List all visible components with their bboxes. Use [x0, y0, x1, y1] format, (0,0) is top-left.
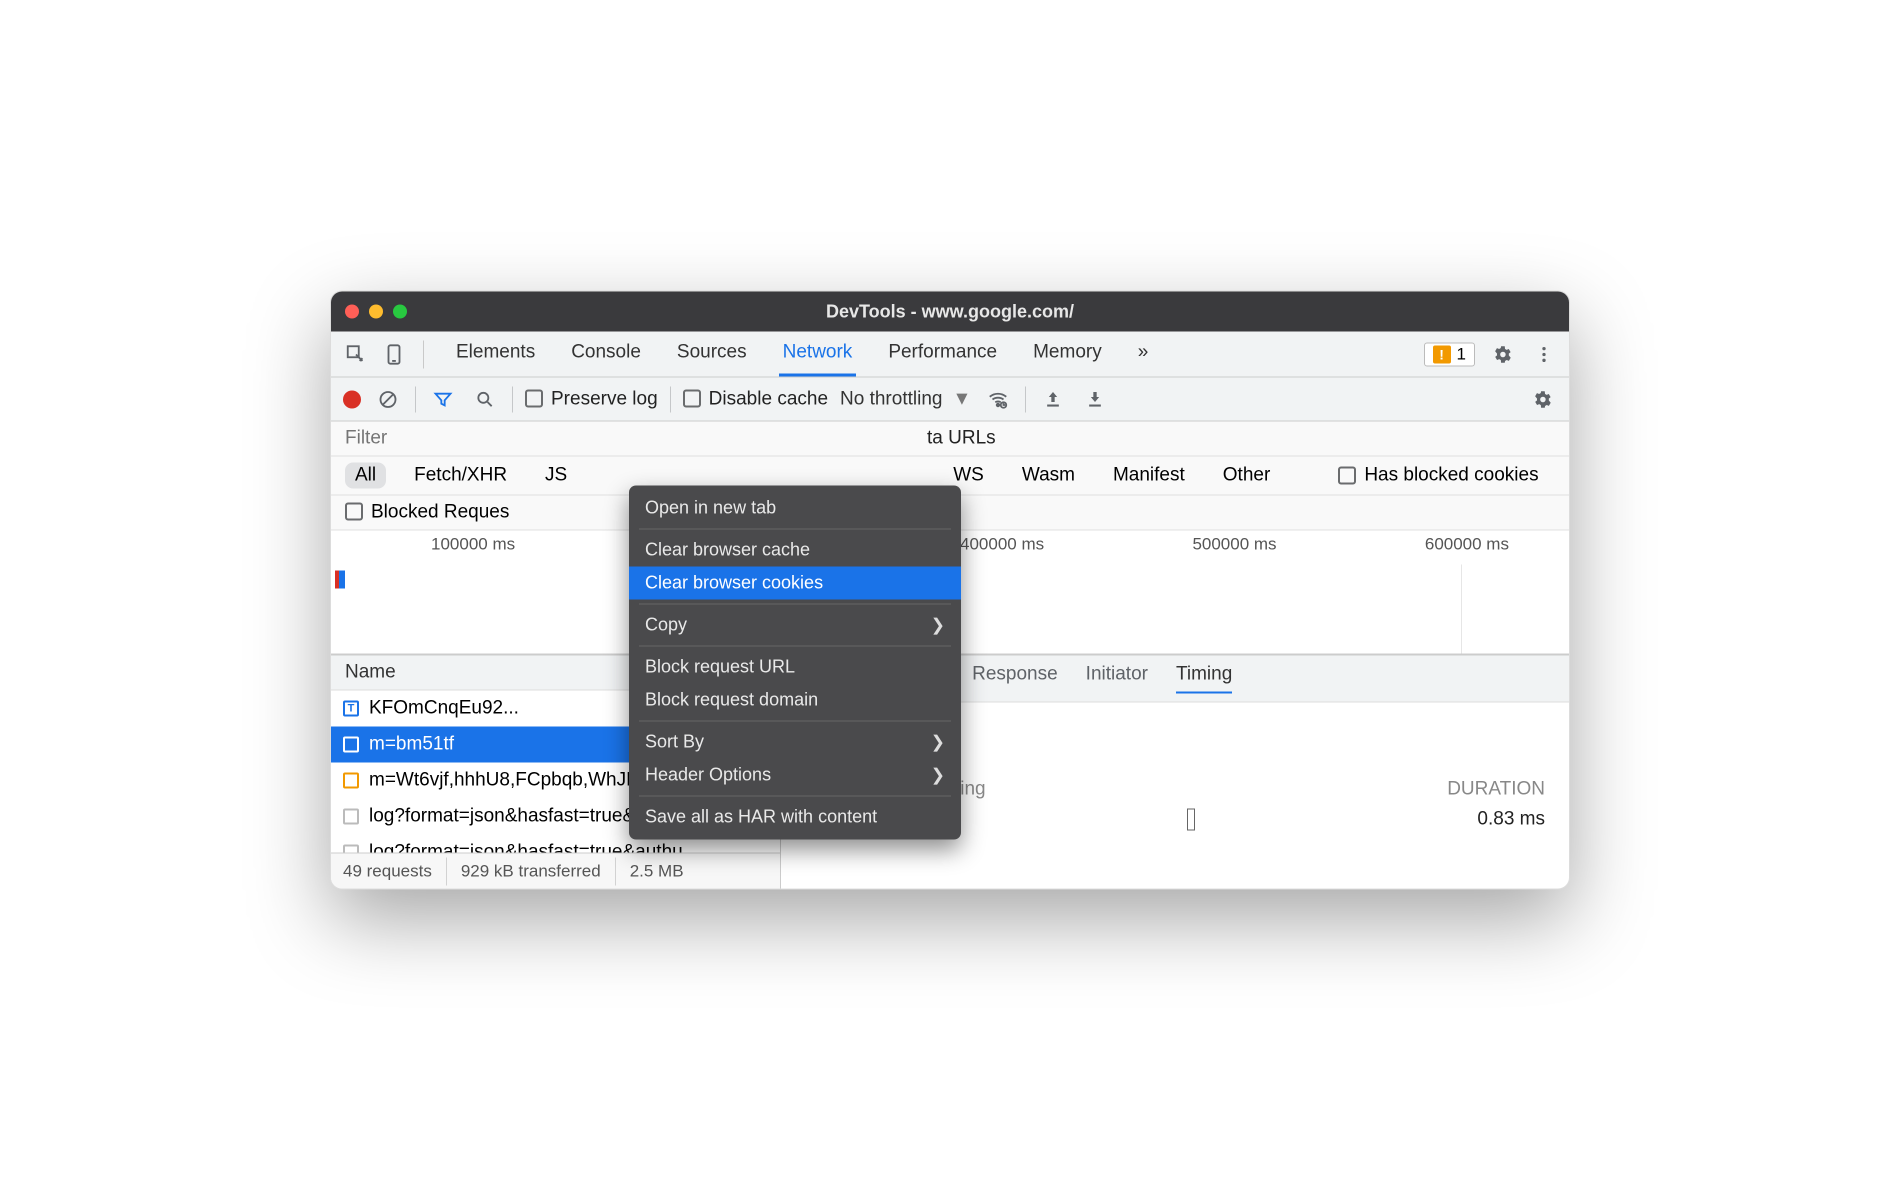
generic-file-icon	[343, 809, 359, 825]
menu-divider	[639, 721, 951, 722]
throttling-select[interactable]: No throttling ▼	[840, 388, 971, 410]
close-window-button[interactable]	[345, 305, 359, 319]
preserve-log-checkbox[interactable]: Preserve log	[525, 388, 658, 410]
tab-console[interactable]: Console	[567, 332, 645, 377]
menu-copy[interactable]: Copy❯	[629, 609, 961, 642]
disable-cache-label: Disable cache	[709, 388, 828, 409]
preserve-log-label: Preserve log	[551, 388, 658, 409]
tab-initiator[interactable]: Initiator	[1086, 664, 1148, 694]
submenu-arrow-icon: ❯	[931, 765, 945, 785]
timeline-tick: 600000 ms	[1425, 535, 1509, 555]
script-file-icon	[343, 773, 359, 789]
submenu-arrow-icon: ❯	[931, 732, 945, 752]
context-menu: Open in new tab Clear browser cache Clea…	[629, 486, 961, 840]
disable-cache-checkbox[interactable]: Disable cache	[683, 388, 828, 410]
separator	[670, 386, 671, 412]
menu-sort-by[interactable]: Sort By❯	[629, 726, 961, 759]
footer-resources: 2.5 MB	[630, 861, 684, 881]
tab-performance[interactable]: Performance	[884, 332, 1001, 377]
filter-input[interactable]	[345, 428, 445, 450]
tab-memory[interactable]: Memory	[1029, 332, 1106, 377]
request-name: m=Wt6vjf,hhhU8,FCpbqb,WhJNk	[369, 770, 649, 792]
type-chip-fetchxhr[interactable]: Fetch/XHR	[404, 463, 517, 489]
zoom-window-button[interactable]	[393, 305, 407, 319]
separator	[1025, 386, 1026, 412]
tab-sources[interactable]: Sources	[673, 332, 751, 377]
type-chip-js[interactable]: JS	[535, 463, 577, 489]
tab-response[interactable]: Response	[972, 664, 1058, 694]
menu-block-url[interactable]: Block request URL	[629, 651, 961, 684]
record-button[interactable]	[343, 390, 361, 408]
settings-icon[interactable]	[1487, 339, 1517, 369]
hide-data-urls-label-fragment: ta URLs	[927, 428, 996, 450]
device-toggle-icon[interactable]	[379, 339, 409, 369]
menu-divider	[639, 796, 951, 797]
timeline-activity-marker	[339, 571, 345, 589]
has-blocked-cookies-checkbox[interactable]: Has blocked cookies	[1338, 465, 1538, 487]
tab-elements[interactable]: Elements	[452, 332, 539, 377]
window-title: DevTools - www.google.com/	[826, 301, 1074, 322]
titlebar: DevTools - www.google.com/	[331, 292, 1569, 332]
filter-toggle-icon[interactable]	[428, 384, 458, 414]
timeline-tick: 500000 ms	[1192, 535, 1276, 555]
menu-open-new-tab[interactable]: Open in new tab	[629, 492, 961, 525]
network-toolbar: Preserve log Disable cache No throttling…	[331, 378, 1569, 422]
blocked-requests-label: Blocked Reques	[371, 502, 509, 523]
timeline-tick: 400000 ms	[960, 535, 1044, 555]
type-chip-manifest[interactable]: Manifest	[1103, 463, 1195, 489]
menu-divider	[639, 646, 951, 647]
tab-timing[interactable]: Timing	[1176, 664, 1232, 694]
menu-clear-cookies[interactable]: Clear browser cookies	[629, 567, 961, 600]
footer-transferred: 929 kB transferred	[461, 861, 601, 881]
footer-requests: 49 requests	[331, 861, 432, 881]
has-blocked-cookies-label: Has blocked cookies	[1364, 465, 1538, 487]
clear-button[interactable]	[373, 384, 403, 414]
request-name: KFOmCnqEu92...	[369, 698, 519, 720]
more-menu-icon[interactable]	[1529, 339, 1559, 369]
window-controls	[345, 305, 407, 319]
devtools-window: DevTools - www.google.com/ Elements Cons…	[330, 291, 1570, 890]
request-name: m=bm51tf	[369, 734, 454, 756]
queueing-value: 0.83 ms	[1477, 809, 1545, 831]
more-tabs-button[interactable]: »	[1134, 332, 1153, 377]
queueing-bar-icon	[1187, 809, 1195, 831]
network-conditions-icon[interactable]	[983, 384, 1013, 414]
submenu-arrow-icon: ❯	[931, 615, 945, 635]
menu-divider	[639, 529, 951, 530]
import-har-icon[interactable]	[1038, 384, 1068, 414]
throttling-label: No throttling	[840, 388, 942, 410]
timeline-tick: 100000 ms	[431, 535, 515, 555]
type-chip-wasm[interactable]: Wasm	[1012, 463, 1085, 489]
chevron-down-icon: ▼	[952, 388, 971, 410]
menu-clear-cache[interactable]: Clear browser cache	[629, 534, 961, 567]
export-har-icon[interactable]	[1080, 384, 1110, 414]
search-icon[interactable]	[470, 384, 500, 414]
menu-block-domain[interactable]: Block request domain	[629, 684, 961, 717]
network-settings-icon[interactable]	[1527, 384, 1557, 414]
script-file-icon	[343, 737, 359, 753]
inspect-element-icon[interactable]	[341, 339, 371, 369]
panel-tabs: Elements Console Sources Network Perform…	[452, 332, 1152, 377]
duration-header: DURATION	[1447, 779, 1545, 801]
menu-header-options[interactable]: Header Options❯	[629, 759, 961, 792]
generic-file-icon	[343, 845, 359, 853]
menu-save-har[interactable]: Save all as HAR with content	[629, 801, 961, 834]
blocked-requests-checkbox[interactable]: Blocked Reques	[345, 502, 509, 524]
panel-tab-strip: Elements Console Sources Network Perform…	[331, 332, 1569, 378]
issues-badge[interactable]: ! 1	[1424, 342, 1475, 366]
type-chip-all[interactable]: All	[345, 463, 386, 489]
minimize-window-button[interactable]	[369, 305, 383, 319]
warning-icon: !	[1433, 345, 1451, 363]
separator	[415, 386, 416, 412]
status-footer: 49 requests 929 kB transferred 2.5 MB	[331, 853, 780, 889]
filter-row: ta URLs	[331, 422, 1569, 457]
font-file-icon: T	[343, 701, 359, 717]
menu-divider	[639, 604, 951, 605]
tab-network[interactable]: Network	[779, 332, 857, 377]
type-chip-other[interactable]: Other	[1213, 463, 1281, 489]
request-name: log?format=json&hasfast=true&authu...	[369, 842, 699, 853]
issues-count: 1	[1457, 344, 1466, 364]
separator	[512, 386, 513, 412]
separator	[423, 340, 424, 368]
